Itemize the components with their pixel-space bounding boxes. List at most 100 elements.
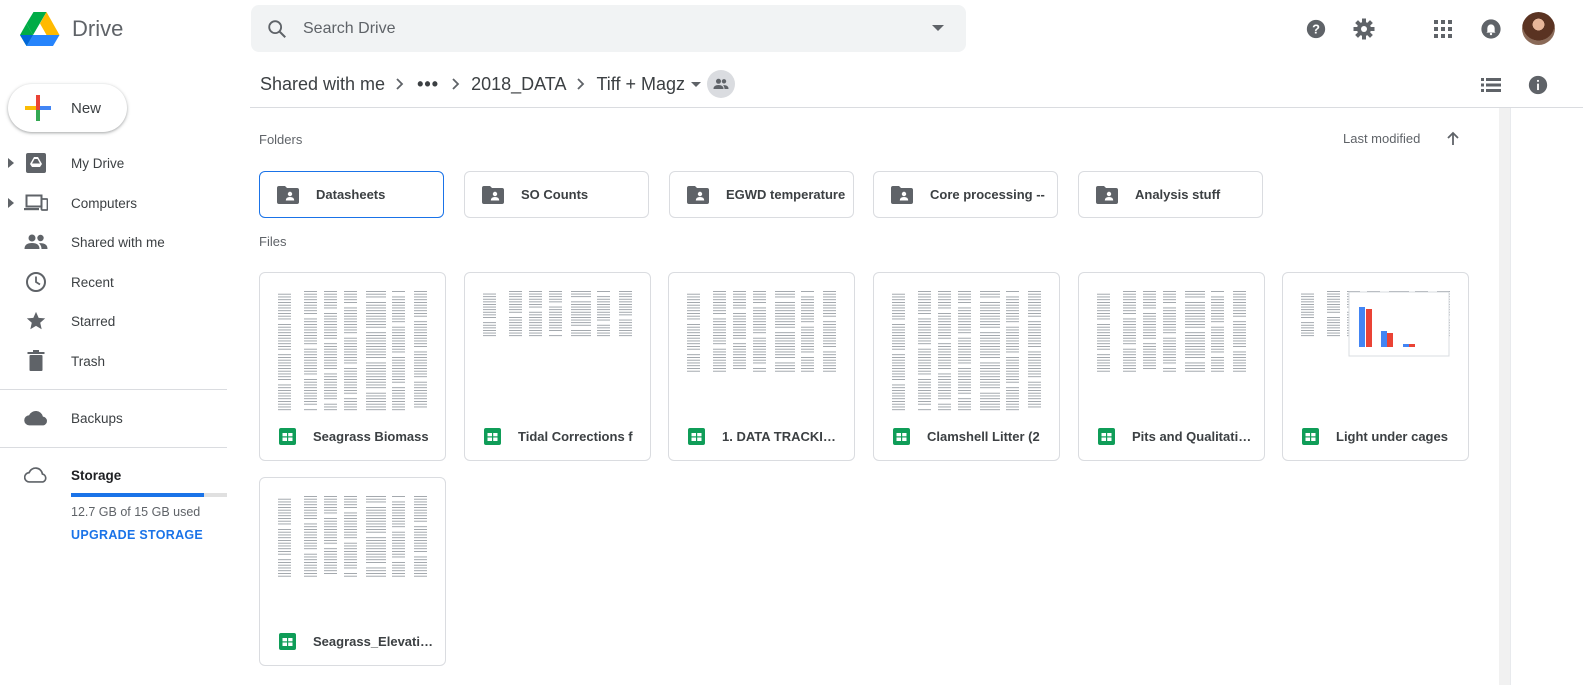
app-title: Drive <box>72 16 124 41</box>
clock-icon <box>24 270 48 294</box>
shared-folder-icon <box>277 184 299 206</box>
search-icon[interactable] <box>253 5 301 52</box>
sidebar-item-recent[interactable]: Recent <box>0 263 227 301</box>
folder-name: SO Counts <box>521 187 589 202</box>
file-card[interactable]: Tidal Corrections f <box>464 272 651 461</box>
file-footer[interactable]: Tidal Corrections f <box>465 413 650 460</box>
spreadsheet-thumbnail <box>687 291 836 372</box>
file-name: Light under cages <box>1336 429 1448 444</box>
file-card[interactable]: 1. DATA TRACKING <box>668 272 855 461</box>
help-icon[interactable]: ? <box>1300 13 1332 45</box>
file-card[interactable]: Clamshell Litter (2 <box>873 272 1060 461</box>
account-avatar[interactable] <box>1522 12 1555 45</box>
spreadsheet-thumbnail <box>892 291 1041 411</box>
sidebar-item-label: Backups <box>71 410 123 426</box>
google-sheets-icon <box>1098 428 1115 445</box>
file-footer[interactable]: Light under cages <box>1283 413 1468 460</box>
file-thumbnail[interactable] <box>260 478 445 618</box>
apps-grid-icon[interactable] <box>1427 13 1459 45</box>
breadcrumb-more-button[interactable]: ••• <box>415 74 441 95</box>
google-sheets-icon <box>484 428 501 445</box>
file-footer[interactable]: Clamshell Litter (2 <box>874 413 1059 460</box>
header-divider <box>250 107 1583 108</box>
file-thumbnail[interactable] <box>260 273 445 413</box>
chevron-right-icon <box>566 78 596 90</box>
sidebar-item-label: Shared with me <box>71 234 165 250</box>
folder-name: Analysis stuff <box>1135 187 1221 202</box>
settings-gear-icon[interactable] <box>1348 13 1380 45</box>
file-thumbnail[interactable] <box>465 273 650 413</box>
file-footer[interactable]: 1. DATA TRACKING <box>669 413 854 460</box>
trash-icon <box>24 349 48 373</box>
right-panel-divider <box>1510 108 1511 685</box>
list-view-icon[interactable] <box>1476 70 1506 100</box>
search-bar[interactable] <box>251 5 966 52</box>
sidebar-item-my-drive[interactable]: My Drive <box>0 144 227 182</box>
drive-logo[interactable]: Drive <box>20 11 123 47</box>
folder-name: EGWD temperature <box>726 187 846 202</box>
sidebar-item-label: Computers <box>71 195 138 211</box>
storage-usage-bar <box>71 493 227 497</box>
google-sheets-icon <box>688 428 705 445</box>
file-thumbnail[interactable] <box>669 273 854 413</box>
sidebar-item-computers[interactable]: Computers <box>0 184 227 222</box>
folder-item[interactable]: Datasheets <box>259 171 444 218</box>
folder-item[interactable]: SO Counts <box>464 171 649 218</box>
google-sheets-icon <box>279 633 296 650</box>
file-name: Seagrass Biomass <box>313 429 429 444</box>
breadcrumb: Shared with me ••• 2018_DATA Tiff + Magz <box>260 64 735 104</box>
expand-caret-icon[interactable] <box>8 158 16 168</box>
breadcrumb-shared-with-me[interactable]: Shared with me <box>260 74 385 95</box>
files-section-label: Files <box>259 234 287 249</box>
sidebar-item-label: Recent <box>71 274 114 290</box>
sidebar-item-label: Starred <box>71 313 116 329</box>
sidebar-item-starred[interactable]: Starred <box>0 302 227 340</box>
folder-item[interactable]: EGWD temperature <box>669 171 854 218</box>
file-name: Tidal Corrections f <box>518 429 633 444</box>
breadcrumb-2018-data[interactable]: 2018_DATA <box>471 74 566 95</box>
file-card[interactable]: Seagrass_Elevation <box>259 477 446 666</box>
drive-logo-icon <box>20 12 60 46</box>
notifications-bell-icon[interactable] <box>1475 13 1507 45</box>
file-name: Seagrass_Elevation <box>313 634 433 649</box>
folder-menu-dropdown-icon[interactable] <box>691 75 701 93</box>
new-button[interactable]: New <box>8 84 127 132</box>
file-thumbnail[interactable] <box>1079 273 1264 413</box>
sidebar-item-storage[interactable]: Storage <box>0 456 227 494</box>
file-thumbnail[interactable] <box>874 273 1059 413</box>
search-options-dropdown-icon[interactable] <box>910 5 966 52</box>
chevron-right-icon <box>385 78 415 90</box>
upgrade-storage-link[interactable]: UPGRADE STORAGE <box>71 528 203 542</box>
sidebar-item-shared-with-me[interactable]: Shared with me <box>0 223 227 261</box>
spreadsheet-thumbnail <box>278 291 427 411</box>
vertical-scrollbar[interactable] <box>1499 108 1510 685</box>
sort-by-last-modified[interactable]: Last modified <box>1343 131 1420 146</box>
shared-folder-icon <box>687 184 709 206</box>
new-button-label: New <box>71 99 102 117</box>
file-footer[interactable]: Seagrass Biomass <box>260 413 445 460</box>
file-footer[interactable]: Seagrass_Elevation <box>260 618 445 665</box>
shared-people-icon[interactable] <box>707 70 735 98</box>
search-input[interactable] <box>301 19 910 38</box>
file-card[interactable]: Pits and Qualitative <box>1078 272 1265 461</box>
info-icon[interactable] <box>1523 70 1553 100</box>
folder-item[interactable]: Analysis stuff <box>1078 171 1263 218</box>
sort-direction-arrow-up-icon[interactable] <box>1443 128 1463 148</box>
sidebar-item-trash[interactable]: Trash <box>0 342 227 380</box>
spreadsheet-thumbnail <box>1301 291 1450 357</box>
folder-name: Core processing -- <box>930 187 1045 202</box>
sidebar-item-backups[interactable]: Backups <box>0 399 227 437</box>
file-card[interactable]: Light under cages <box>1282 272 1469 461</box>
shared-folder-icon <box>891 184 913 206</box>
file-thumbnail[interactable] <box>1283 273 1468 413</box>
plus-icon <box>25 95 51 121</box>
sidebar-item-label: Trash <box>71 353 106 369</box>
google-sheets-icon <box>279 428 296 445</box>
file-footer[interactable]: Pits and Qualitative <box>1079 413 1264 460</box>
folder-item[interactable]: Core processing -- <box>873 171 1058 218</box>
star-icon <box>24 309 48 333</box>
storage-usage-text: 12.7 GB of 15 GB used <box>71 505 201 519</box>
breadcrumb-current-folder[interactable]: Tiff + Magz <box>596 74 685 95</box>
file-card[interactable]: Seagrass Biomass <box>259 272 446 461</box>
expand-caret-icon[interactable] <box>8 198 16 208</box>
